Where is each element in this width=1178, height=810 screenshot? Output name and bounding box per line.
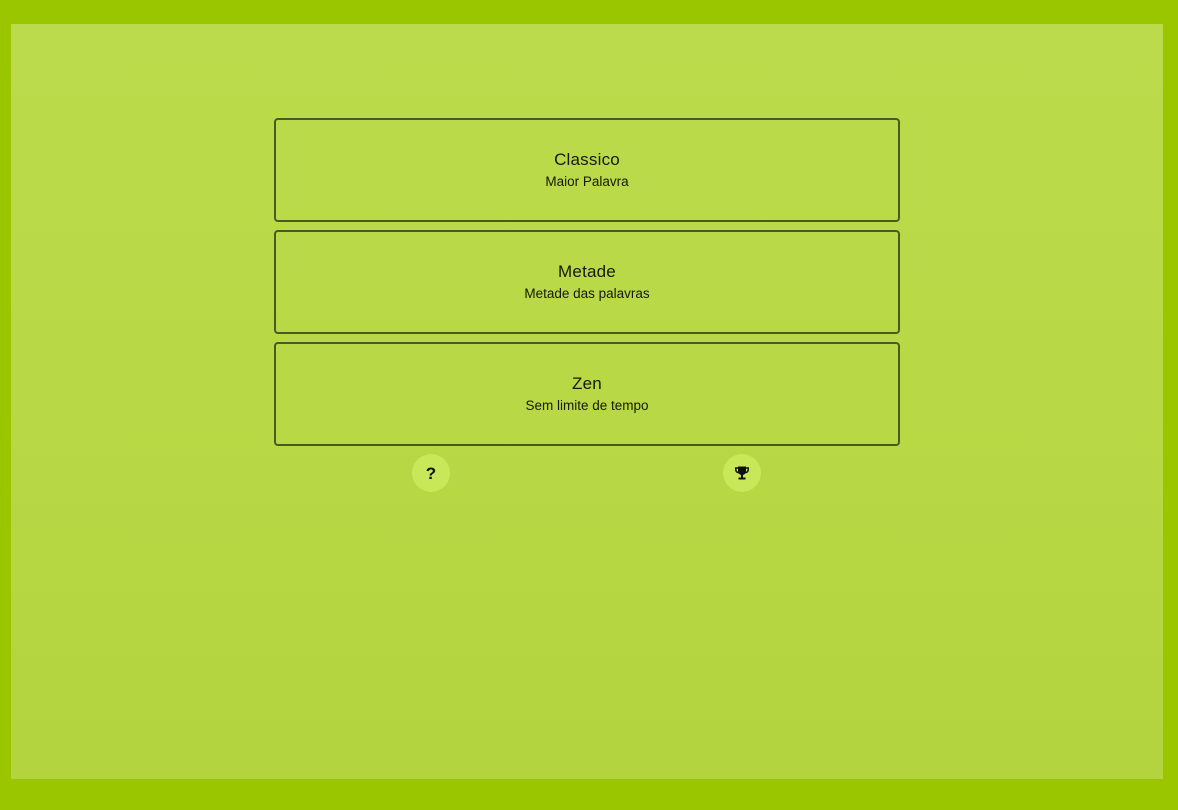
mode-subtitle: Sem limite de tempo xyxy=(525,397,649,413)
mode-metade-button[interactable]: Metade Metade das palavras xyxy=(274,230,900,334)
mode-subtitle: Metade das palavras xyxy=(524,285,650,301)
mode-zen-button[interactable]: Zen Sem limite de tempo xyxy=(274,342,900,446)
trophy-icon xyxy=(735,466,749,480)
mode-title: Metade xyxy=(558,261,616,281)
mode-subtitle: Maior Palavra xyxy=(545,173,629,189)
mode-classico-button[interactable]: Classico Maior Palavra xyxy=(274,118,900,222)
help-button[interactable]: ? xyxy=(412,454,450,492)
main-panel: Classico Maior Palavra Metade Metade das… xyxy=(11,24,1163,779)
mode-title: Zen xyxy=(572,373,602,393)
game-mode-list: Classico Maior Palavra Metade Metade das… xyxy=(274,118,900,454)
question-mark-icon: ? xyxy=(425,463,437,483)
leaderboard-button[interactable] xyxy=(723,454,761,492)
mode-title: Classico xyxy=(554,149,620,169)
